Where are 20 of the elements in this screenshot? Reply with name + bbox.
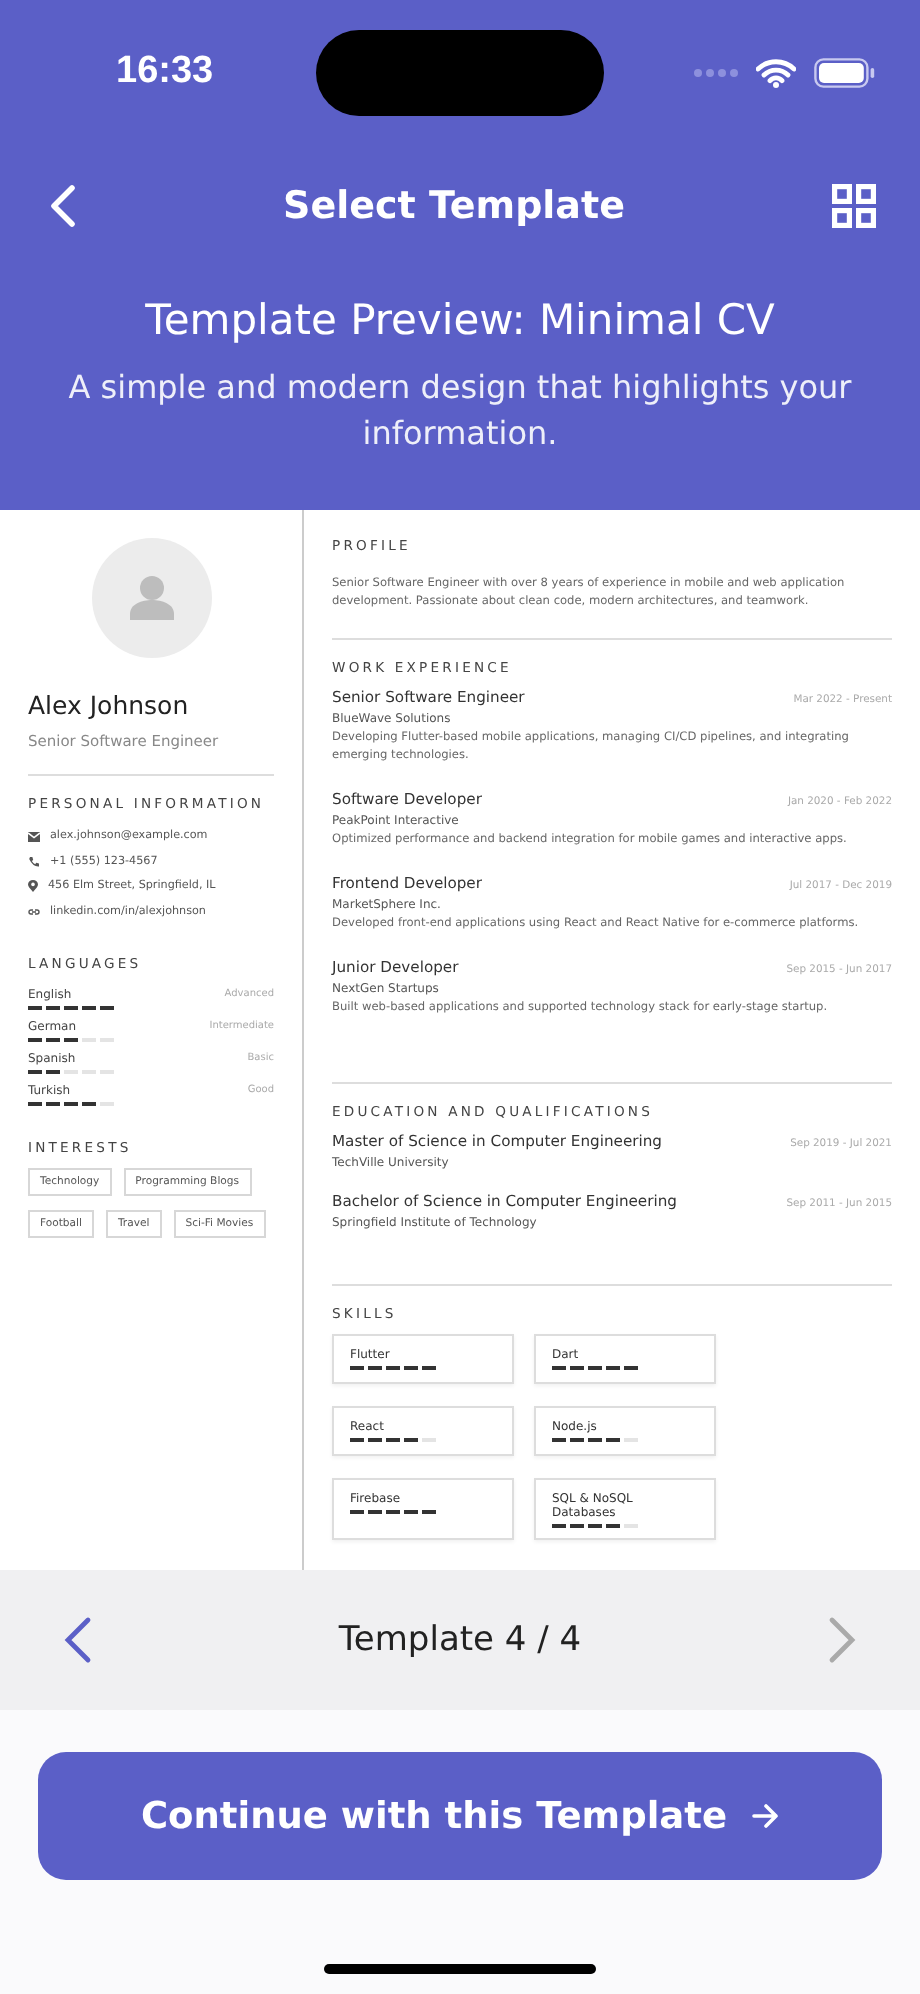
battery-icon	[814, 57, 876, 87]
back-icon	[48, 184, 76, 228]
chevron-right-icon	[828, 1616, 856, 1664]
status-time: 16:33	[116, 50, 214, 94]
screen-title: Select Template	[283, 184, 625, 228]
avatar-icon	[91, 538, 211, 658]
template-counter: Template 4 / 4	[338, 1620, 582, 1660]
signal-icon	[694, 67, 738, 77]
preview-title: Template Preview: Minimal CV	[143, 296, 777, 344]
preview-description: A simple and modern design that highlights your information.	[66, 366, 854, 456]
continue-button[interactable]: Continue with this Template	[38, 1752, 882, 1880]
chevron-left-icon	[64, 1616, 92, 1664]
cv-name: Alex Johnson	[28, 690, 191, 720]
grid-icon	[832, 184, 876, 228]
mail-icon	[28, 831, 40, 842]
phone-icon	[28, 855, 40, 868]
arrow-right-icon	[751, 1802, 780, 1830]
wifi-icon	[756, 57, 796, 87]
link-icon	[28, 907, 40, 916]
location-pin-icon	[28, 880, 38, 893]
